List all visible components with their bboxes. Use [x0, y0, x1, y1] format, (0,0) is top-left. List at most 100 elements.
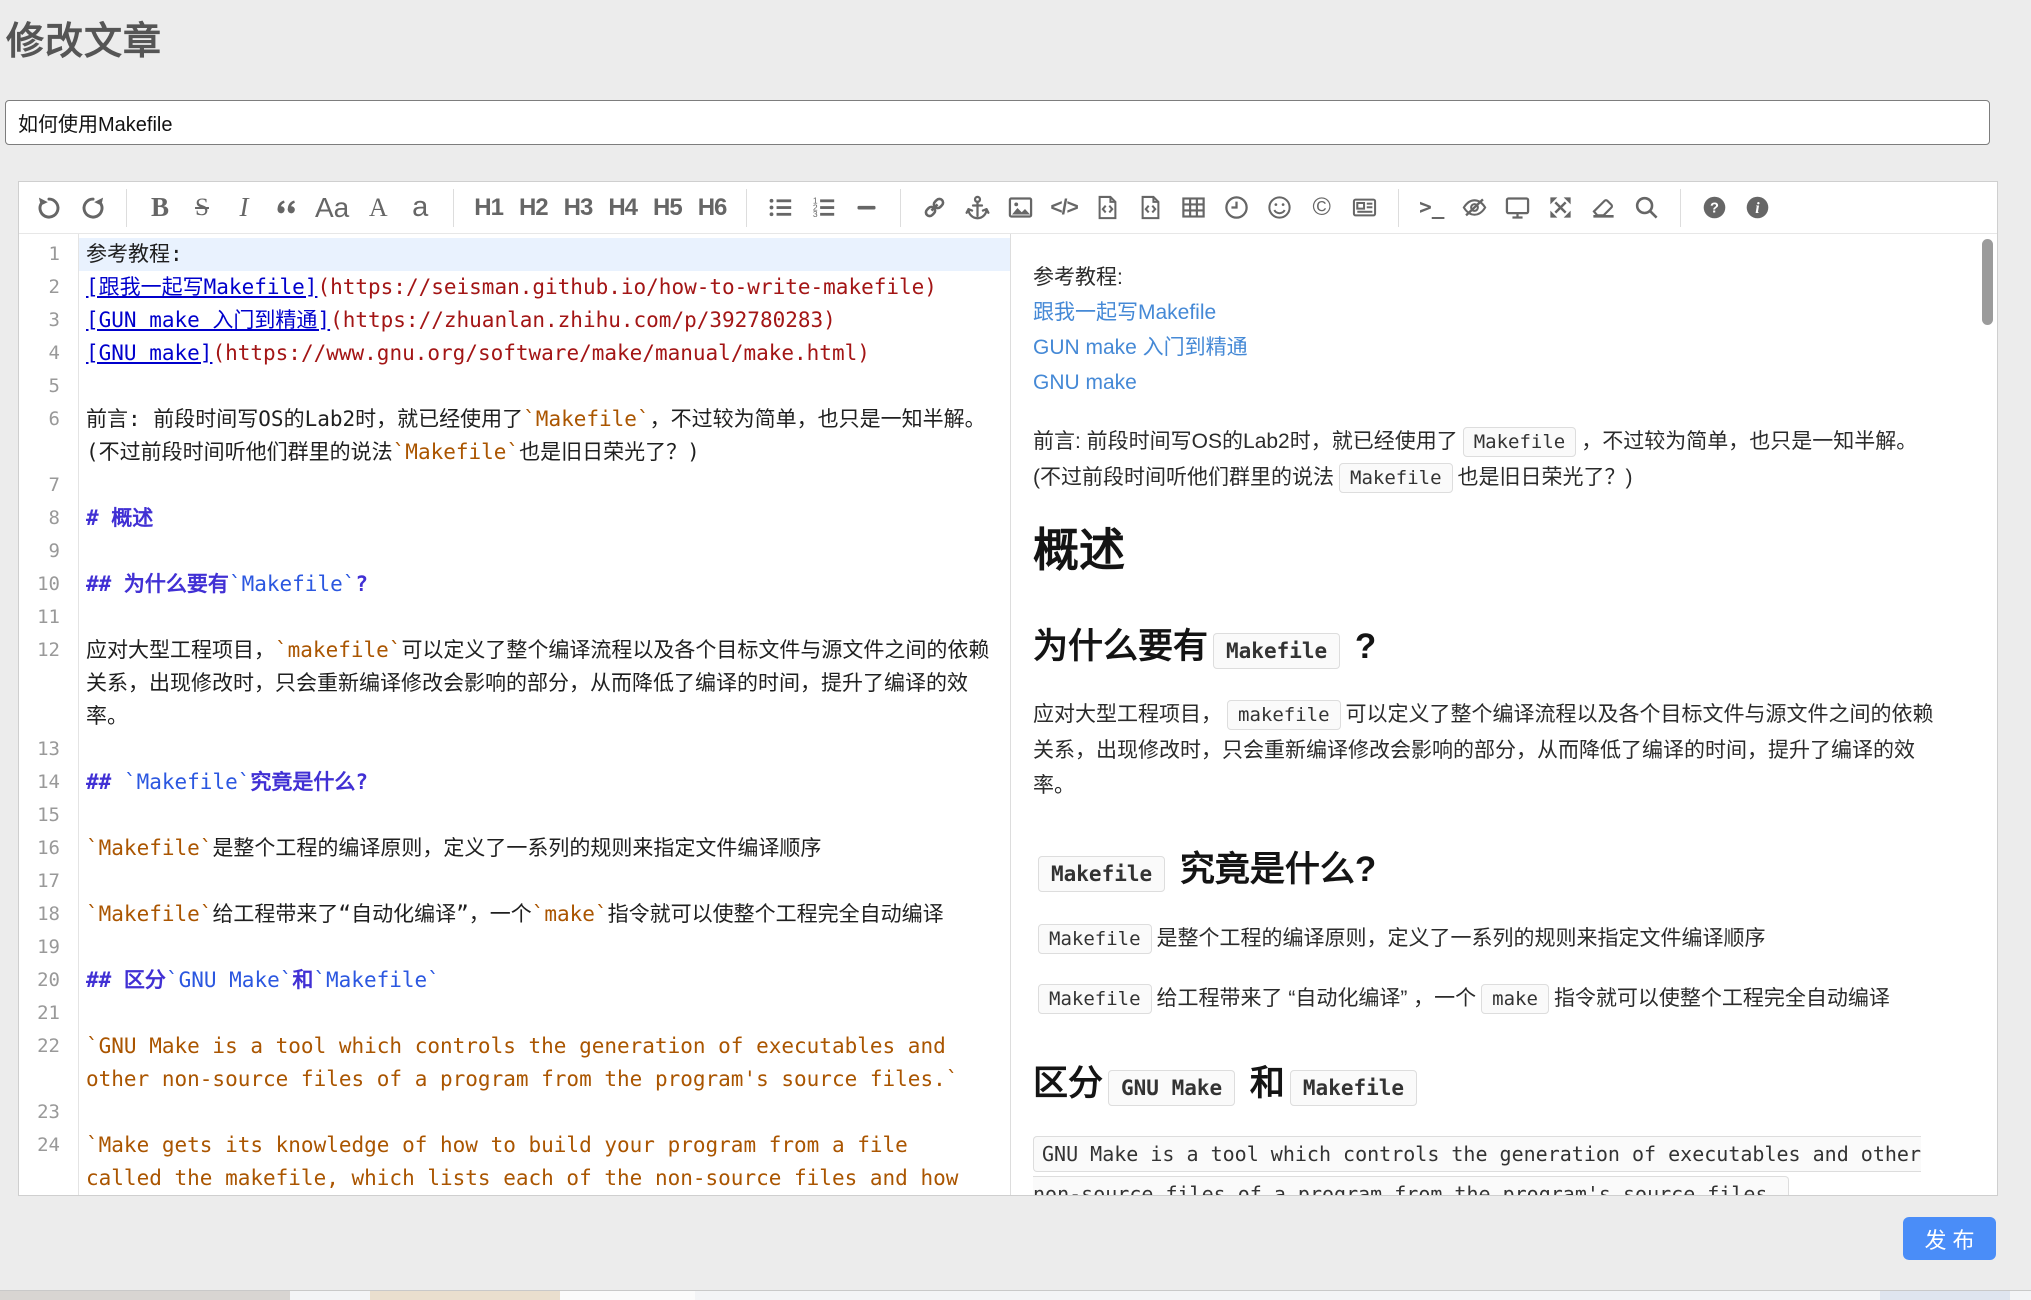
h5-button[interactable]: H5 [648, 187, 687, 229]
uppercase-button[interactable]: A [360, 187, 396, 229]
preview-paragraph: Makefile是整个工程的编译原则，定义了一系列的规则来指定文件编译顺序 [1033, 921, 1945, 957]
image-button[interactable] [1002, 187, 1039, 229]
fullscreen-button[interactable] [1542, 187, 1579, 229]
clear-button[interactable] [1585, 187, 1622, 229]
info-icon: i [1744, 194, 1771, 221]
watch-button[interactable] [1456, 187, 1493, 229]
h6-icon: H6 [698, 196, 727, 220]
line-content: `Makefile`给工程带来了“自动化编译”，一个`make`指令就可以使整个… [78, 898, 1010, 931]
hr-button[interactable] [848, 187, 885, 229]
line-number: 13 [19, 733, 78, 766]
editor-line: 23 [19, 1096, 1010, 1129]
preview-h2: 区分GNU Make 和Makefile [1033, 1061, 1945, 1107]
markdown-token-link: [跟我一起写Makefile] [86, 275, 317, 299]
html-entities-button[interactable]: © [1304, 187, 1340, 229]
line-content: `GNU Make is a tool which controls the g… [78, 1030, 1010, 1096]
datetime-button[interactable] [1218, 187, 1255, 229]
emoji-button[interactable] [1261, 187, 1298, 229]
editor-line: 1参考教程: [19, 238, 1010, 271]
preview-text: 是整个工程的编译原则，定义了一系列的规则来指定文件编译顺序 [1157, 927, 1766, 950]
markdown-token-code: `make` [532, 902, 608, 926]
editor-line: 9 [19, 535, 1010, 568]
line-number: 10 [19, 568, 78, 601]
svg-text:?: ? [1710, 201, 1719, 217]
inline-code-chip: GNU Make [1108, 1070, 1235, 1106]
page-title: 修改文章 [6, 10, 162, 65]
pagebreak-button[interactable] [1346, 187, 1383, 229]
h4-button[interactable]: H4 [603, 187, 642, 229]
search-icon [1633, 194, 1660, 221]
toolbar-separator [746, 189, 747, 227]
markdown-preview-pane[interactable]: 参考教程:跟我一起写MakefileGUN make 入门到精通GNU make… [1011, 234, 1997, 1195]
list-ol-button[interactable]: 123 [805, 187, 842, 229]
link-button[interactable] [916, 187, 953, 229]
editor-line: 5 [19, 370, 1010, 403]
toolbar-separator [453, 189, 454, 227]
preformatted-text-button[interactable] [1089, 187, 1126, 229]
preview-link[interactable]: 跟我一起写Makefile [1033, 301, 1216, 324]
editor-line: 16`Makefile`是整个工程的编译原则，定义了一系列的规则来指定文件编译顺… [19, 832, 1010, 865]
markdown-token-hcode: `GNU Make` [166, 968, 292, 992]
editor-line: 22`GNU Make is a tool which controls the… [19, 1030, 1010, 1096]
edit-article-page: 修改文章 BSIAaAaH1H2H3H4H5H6123</>©>_?i 1参考教… [0, 0, 2031, 1299]
preview-text: 为什么要有 [1033, 627, 1208, 666]
h5-icon: H5 [653, 196, 682, 220]
article-title-input[interactable] [5, 100, 1990, 145]
preview-scrollbar-thumb[interactable] [1982, 239, 1993, 325]
h1-button[interactable]: H1 [469, 187, 508, 229]
line-number: 3 [19, 304, 78, 337]
preview-link[interactable]: GUN make 入门到精通 [1033, 336, 1248, 359]
editor-line: 6前言: 前段时间写OS的Lab2时，就已经使用了`Makefile`，不过较为… [19, 403, 1010, 469]
h2-button[interactable]: H2 [514, 187, 553, 229]
watch-icon [1461, 194, 1488, 221]
publish-button[interactable]: 发 布 [1903, 1217, 1996, 1260]
quote-button[interactable] [268, 187, 304, 229]
line-number: 17 [19, 865, 78, 898]
anchor-button[interactable] [959, 187, 996, 229]
line-number: 6 [19, 403, 78, 436]
list-ul-button[interactable] [762, 187, 799, 229]
code-block-button[interactable] [1132, 187, 1169, 229]
preview-paragraph: 前言: 前段时间写OS的Lab2时，就已经使用了Makefile，不过较为简单，… [1033, 424, 1945, 496]
markdown-token-text: 也是旧日荣光了？) [519, 440, 700, 464]
line-content: 前言: 前段时间写OS的Lab2时，就已经使用了`Makefile`，不过较为简… [78, 403, 1010, 469]
inline-code-chip: Makefile [1463, 427, 1577, 457]
h4-icon: H4 [608, 196, 637, 220]
info-button[interactable]: i [1739, 187, 1776, 229]
help-button[interactable]: ? [1696, 187, 1733, 229]
preview-text: 给工程带来了 “自动化编译” ，一个 [1157, 987, 1477, 1010]
del-button[interactable]: S [184, 187, 220, 229]
preview-text: ? [1345, 627, 1376, 666]
undo-button[interactable] [31, 187, 68, 229]
markdown-token-code: `makefile` [275, 638, 401, 662]
preview-text: 究竟是什么? [1170, 850, 1376, 889]
table-button[interactable] [1175, 187, 1212, 229]
markdown-source-pane[interactable]: 1参考教程:2[跟我一起写Makefile](https://seisman.g… [19, 234, 1011, 1195]
h6-button[interactable]: H6 [693, 187, 732, 229]
italic-button[interactable]: I [226, 187, 262, 229]
search-button[interactable] [1628, 187, 1665, 229]
ucwords-button[interactable]: Aa [310, 187, 354, 229]
line-number: 23 [19, 1096, 78, 1129]
undo-icon [36, 194, 63, 221]
h3-button[interactable]: H3 [559, 187, 598, 229]
editor-line: 20## 区分`GNU Make`和`Makefile` [19, 964, 1010, 997]
redo-button[interactable] [74, 187, 111, 229]
lowercase-button[interactable]: a [402, 187, 438, 229]
goto-line-button[interactable]: >_ [1414, 187, 1450, 229]
bold-button[interactable]: B [142, 187, 178, 229]
preview-paragraph: 参考教程:跟我一起写MakefileGUN make 入门到精通GNU make [1033, 260, 1945, 400]
inline-code-chip: makefile [1227, 700, 1341, 730]
editor-line: 7 [19, 469, 1010, 502]
preview-h2: Makefile 究竟是什么? [1033, 847, 1945, 893]
italic-icon: I [240, 194, 249, 221]
lowercase-icon: a [412, 193, 428, 222]
editor-line: 4[GNU make](https://www.gnu.org/software… [19, 337, 1010, 370]
line-number: 18 [19, 898, 78, 931]
preview-link[interactable]: GNU make [1033, 371, 1137, 394]
code-icon: </> [1050, 197, 1077, 218]
editor-line: 24`Make gets its knowledge of how to bui… [19, 1129, 1010, 1195]
code-button[interactable]: </> [1045, 187, 1082, 229]
inline-code-chip: Makefile [1038, 856, 1165, 892]
preview-button[interactable] [1499, 187, 1536, 229]
